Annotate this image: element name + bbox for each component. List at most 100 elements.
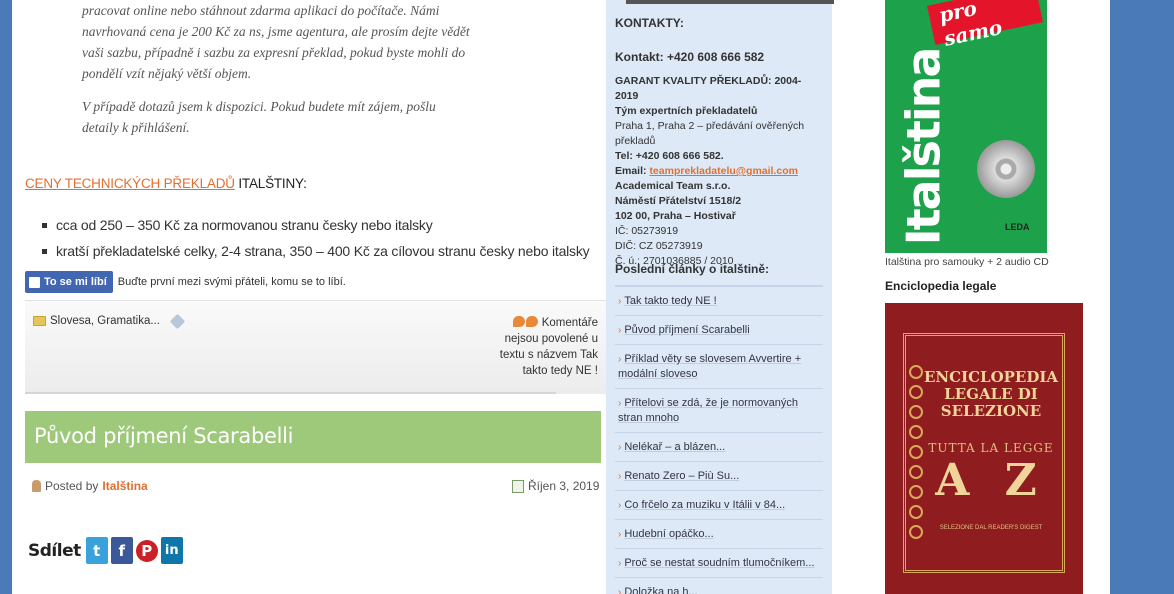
posted-by-label: Posted by: [45, 479, 99, 493]
facebook-like-button[interactable]: To se mi líbí: [25, 271, 113, 293]
main-content: pracovat online nebo stáhnout zdarma apl…: [12, 0, 612, 594]
ornament-icon: [909, 425, 923, 439]
author-link[interactable]: Italština: [102, 479, 147, 493]
recent-articles-list: › Tak takto tedy NE ! › Původ příjmení Sca…: [615, 285, 823, 594]
linkedin-icon[interactable]: in: [160, 537, 183, 564]
categories-links[interactable]: Slovesa, Gramatika...: [50, 315, 160, 327]
share-label: Sdílet: [28, 540, 81, 561]
article-link[interactable]: Co frčelo za muziku v Itálii v 84...: [624, 499, 785, 511]
book-heading: Enciclopedia legale: [885, 279, 997, 293]
book-cover-enciclopedia[interactable]: ENCICLOPEDIA LEGALE DI SELEZIONE TUTTA L…: [885, 303, 1083, 594]
recent-articles-heading: Poslední články o italštině:: [615, 262, 770, 276]
quote-paragraph: pracovat online nebo stáhnout zdarma apl…: [82, 3, 470, 81]
article-link[interactable]: Hudební opáčko...: [624, 528, 713, 540]
article-link[interactable]: Proč se nestat soudním tlumočníkem...: [624, 557, 814, 569]
chevron-right-icon: ›: [618, 471, 622, 482]
list-item: › Doložka na h...: [615, 578, 823, 594]
list-item: › Přítelovi se zdá, že je normovaných str…: [615, 389, 823, 433]
prices-heading: CENY TECHNICKÝCH PŘEKLADŮ ITALŠTINY:: [25, 176, 307, 191]
list-item: › Původ příjmení Scarabelli: [615, 316, 823, 345]
chevron-right-icon: ›: [618, 558, 622, 569]
ic-number: IČ: 05273919: [615, 225, 679, 237]
list-item: › Proč se nestat soudním tlumočníkem...: [615, 549, 823, 578]
book-cover-italstina[interactable]: pro samo Italština LEDA: [885, 0, 1047, 253]
team-text: Tým expertních překladatelů: [615, 105, 758, 117]
article-link[interactable]: Tak takto tedy NE !: [624, 295, 716, 307]
post-date: Říjen 3, 2019: [512, 479, 599, 493]
pinterest-icon[interactable]: P: [135, 539, 158, 562]
book-cover-publisher: SELEZIONE DAL READER'S DIGEST: [939, 525, 1043, 531]
list-item: › Příklad věty se slovesem Avvertire + mo…: [615, 345, 823, 389]
comments-info: Komentáře nejsou povolené u textu s názv…: [488, 315, 598, 379]
share-bar: Sdílet t f P in: [28, 537, 183, 564]
email-link[interactable]: teamprekladatelu@gmail.com: [649, 165, 798, 177]
list-item: › Tak takto tedy NE !: [615, 287, 823, 316]
chevron-right-icon: ›: [618, 354, 622, 365]
book-cover-subtitle: TUTTA LA LEGGE: [928, 441, 1054, 455]
facebook-icon[interactable]: f: [110, 537, 133, 564]
article-link[interactable]: Příklad věty se slovesem Avvertire + mod…: [618, 353, 801, 380]
user-icon: [32, 480, 41, 492]
facebook-like-row: To se mi líbí Buďte první mezi svými přá…: [25, 271, 346, 293]
dic-number: DIČ: CZ 05273919: [615, 240, 703, 252]
quote-paragraph: V případě dotazů jsem k dispozici. Pokud…: [82, 99, 436, 135]
post-meta-box: Slovesa, Gramatika... Komentáře nejsou p…: [25, 300, 606, 394]
email-line: Email: teamprekladatelu@gmail.com: [615, 164, 820, 179]
contacts-heading: KONTAKTY:: [615, 16, 684, 30]
contact-sidebar: KONTAKTY: Kontakt: +420 608 666 582 GARA…: [606, 0, 834, 594]
calendar-icon: [512, 479, 524, 493]
article-link[interactable]: Původ příjmení Scarabelli: [624, 324, 749, 336]
contact-phone: Kontakt: +420 608 666 582: [615, 50, 765, 64]
chevron-right-icon: ›: [618, 500, 622, 511]
cd-icon: [977, 140, 1035, 198]
article-link[interactable]: Renato Zero – Più Su...: [624, 470, 739, 482]
price-list: cca od 250 – 350 Kč za normovanou stranu…: [42, 212, 590, 264]
ornament-icon: [909, 505, 923, 519]
post-date-text: Říjen 3, 2019: [528, 479, 600, 493]
list-item: › Hudební opáčko...: [615, 520, 823, 549]
chevron-right-icon: ›: [618, 529, 622, 540]
post-title-bar: Původ příjmení Scarabelli: [25, 411, 601, 463]
twitter-icon[interactable]: t: [85, 537, 108, 564]
books-sidebar: pro samo Italština LEDA Italština pro sa…: [872, 0, 1110, 594]
tel-text: Tel: +420 608 666 582.: [615, 150, 724, 162]
location-text: Praha 1, Praha 2 – předávání ověřených p…: [615, 120, 805, 147]
article-link[interactable]: Nelékař – a blázen...: [624, 441, 725, 453]
company-name: Academical Team s.r.o.: [615, 180, 731, 192]
list-item: › Co frčelo za muziku v Itálii v 84...: [615, 491, 823, 520]
list-item: › Nelékař – a blázen...: [615, 433, 823, 462]
guarantee-text: GARANT KVALITY PŘEKLADŮ: 2004-2019: [615, 75, 802, 102]
chevron-right-icon: ›: [618, 398, 622, 409]
street-address: Náměstí Přátelství 1518/2: [615, 195, 742, 207]
categories: Slovesa, Gramatika...: [33, 313, 186, 329]
folder-icon: [33, 316, 46, 326]
facebook-like-text: Buďte první mezi svými přáteli, komu se …: [117, 276, 346, 288]
quote-block: pracovat online nebo stáhnout zdarma apl…: [82, 0, 472, 150]
email-label: Email:: [615, 165, 650, 177]
page-background-right: [1110, 0, 1174, 594]
comment-bubble-icon: [525, 316, 538, 327]
book-cover-letters: A Z: [935, 455, 1047, 506]
city-address: 102 00, Praha – Hostivař: [615, 210, 736, 222]
book-cover-title: ENCICLOPEDIA LEGALE DI SELEZIONE: [923, 368, 1059, 420]
contact-details: GARANT KVALITY PŘEKLADŮ: 2004-2019 Tým e…: [615, 74, 820, 269]
book-publisher: LEDA: [1005, 222, 1030, 232]
post-title[interactable]: Původ příjmení Scarabelli: [34, 424, 294, 448]
chevron-right-icon: ›: [618, 325, 622, 336]
meta-divider: [25, 392, 556, 394]
facebook-like-label: To se mi líbí: [44, 276, 107, 288]
list-item: kratší překladatelské celky, 2-4 strana,…: [42, 238, 590, 264]
prices-heading-suffix: ITALŠTINY:: [234, 176, 307, 191]
chevron-right-icon: ›: [618, 442, 622, 453]
post-author-line: Posted by Italština: [32, 479, 148, 493]
prices-link[interactable]: CENY TECHNICKÝCH PŘEKLADŮ: [25, 176, 235, 191]
article-link[interactable]: Přítelovi se zdá, že je normovaných stra…: [618, 397, 798, 424]
list-item: cca od 250 – 350 Kč za normovanou stranu…: [42, 212, 589, 238]
book-caption: Italština pro samouky + 2 audio CD: [885, 256, 1049, 268]
book-cover-spine-text: Italština: [896, 48, 951, 246]
comment-bubble-icon: [512, 316, 525, 327]
chevron-right-icon: ›: [618, 587, 622, 594]
chevron-right-icon: ›: [618, 296, 622, 307]
thumbs-up-icon: [29, 276, 40, 288]
article-link[interactable]: Doložka na h...: [624, 586, 697, 594]
